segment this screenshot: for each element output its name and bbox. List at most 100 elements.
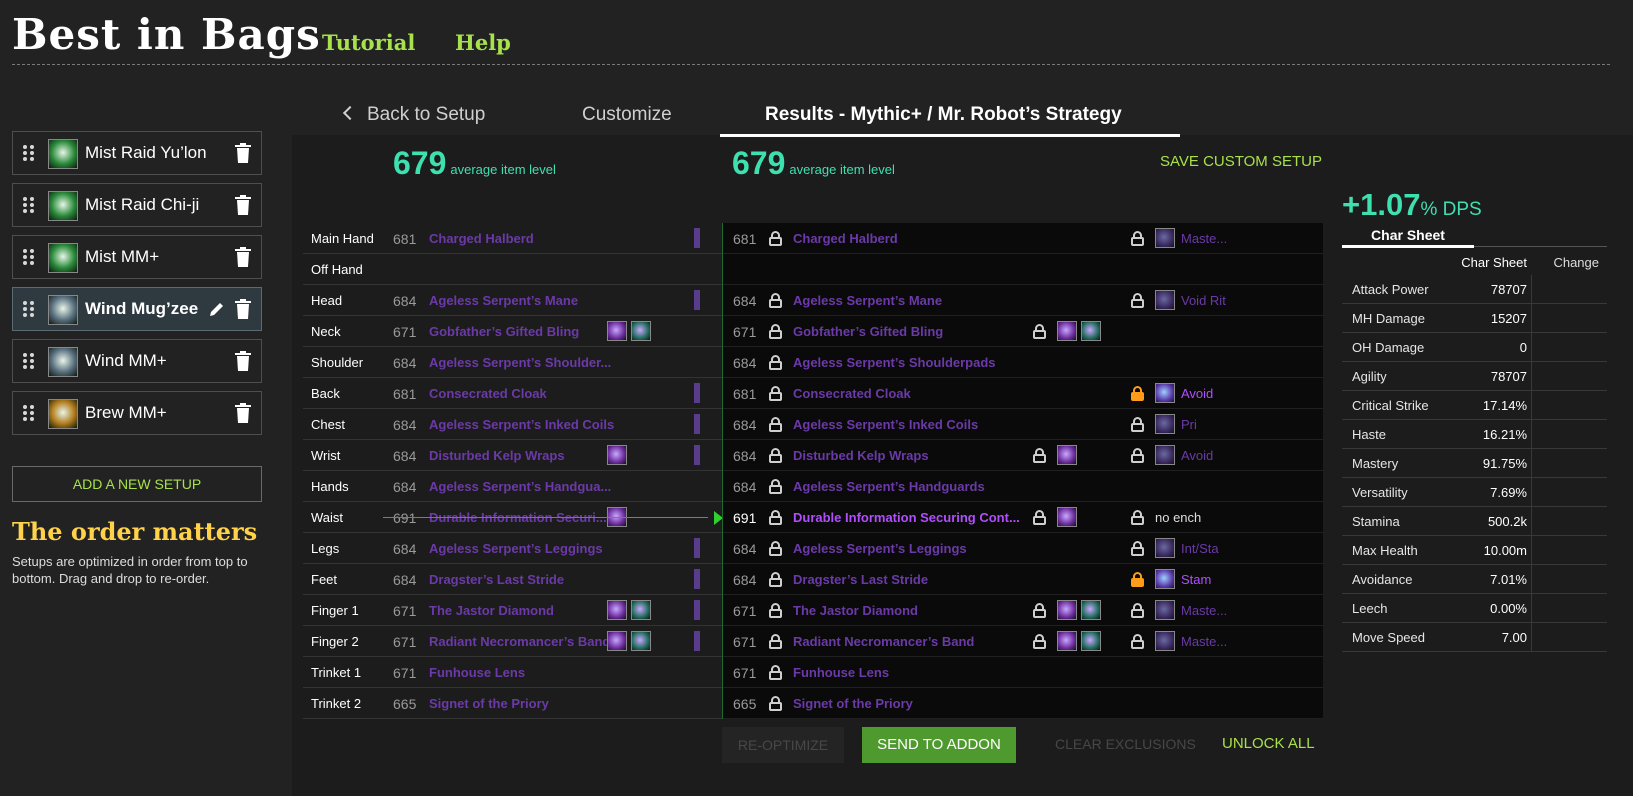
item-name[interactable]: Dragster’s Last Stride [429,572,564,587]
gem-icon[interactable] [1057,600,1077,620]
enchant-lock-icon[interactable] [1131,417,1144,432]
enchant-lock-icon[interactable] [1131,541,1144,556]
item-lock-icon[interactable] [769,355,782,370]
clear-exclusions-button[interactable]: CLEAR EXCLUSIONS [1055,736,1196,752]
item-name[interactable]: Signet of the Priory [793,696,913,711]
enchant-lock-icon[interactable] [1131,572,1144,587]
gem-icon[interactable] [631,631,651,651]
item-name[interactable]: Funhouse Lens [793,665,889,680]
item-lock-icon[interactable] [769,603,782,618]
drag-handle-icon[interactable] [23,405,35,421]
gem-lock-icon[interactable] [1033,324,1046,339]
item-name[interactable]: Gobfather’s Gifted Bling [429,324,579,339]
setup-card[interactable]: Brew MM+ [12,391,262,435]
item-name[interactable]: The Jastor Diamond [793,603,918,618]
gem-icon[interactable] [631,321,651,341]
reoptimize-button[interactable]: RE-OPTIMIZE [722,727,844,763]
enchant-icon[interactable] [1155,569,1175,589]
gem-lock-icon[interactable] [1033,634,1046,649]
item-name[interactable]: Charged Halberd [793,231,898,246]
results-tab[interactable]: Results - Mythic+ / Mr. Robot’s Strategy [765,104,1122,126]
enchant-name[interactable]: Int/Sta [1181,541,1219,556]
char-sheet-tab[interactable]: Char Sheet [1342,227,1474,243]
item-name[interactable]: Ageless Serpent’s Handguards [793,479,985,494]
item-name[interactable]: Disturbed Kelp Wraps [429,448,565,463]
enchant-name[interactable]: Maste... [1181,603,1227,618]
item-name[interactable]: Ageless Serpent’s Shoulder... [429,355,611,370]
drag-handle-icon[interactable] [23,249,35,265]
item-name[interactable]: The Jastor Diamond [429,603,554,618]
gem-icon[interactable] [1081,631,1101,651]
unlock-all-button[interactable]: UNLOCK ALL [1222,735,1315,752]
enchant-icon[interactable] [1155,538,1175,558]
item-name[interactable]: Radiant Necromancer’s Band [429,634,610,649]
item-name[interactable]: Dragster’s Last Stride [793,572,928,587]
gem-icon[interactable] [607,631,627,651]
item-lock-icon[interactable] [769,324,782,339]
item-lock-icon[interactable] [769,696,782,711]
setup-card[interactable]: Wind Mug’zee [12,287,262,331]
item-lock-icon[interactable] [769,293,782,308]
item-name[interactable]: Ageless Serpent’s Mane [793,293,942,308]
enchant-icon[interactable] [1155,228,1175,248]
item-lock-icon[interactable] [769,541,782,556]
app-logo[interactable]: Best in Bags [12,10,321,59]
gem-lock-icon[interactable] [1033,603,1046,618]
enchant-lock-icon[interactable] [1131,293,1144,308]
drag-handle-icon[interactable] [23,301,35,317]
enchant-lock-icon[interactable] [1131,231,1144,246]
item-name[interactable]: Charged Halberd [429,231,534,246]
trash-icon[interactable] [235,195,251,215]
gem-icon[interactable] [607,600,627,620]
send-to-addon-button[interactable]: SEND TO ADDON [862,727,1016,763]
setup-card[interactable]: Mist MM+ [12,235,262,279]
item-name[interactable]: Radiant Necromancer’s Band [793,634,974,649]
item-name[interactable]: Consecrated Cloak [429,386,547,401]
item-name[interactable]: Ageless Serpent’s Leggings [793,541,967,556]
enchant-name[interactable]: Pri [1181,417,1197,432]
item-lock-icon[interactable] [769,634,782,649]
enchant-lock-icon[interactable] [1131,386,1144,401]
item-name[interactable]: Durable Information Securing Cont... [793,510,1020,525]
gem-icon[interactable] [1057,321,1077,341]
enchant-name[interactable]: no ench [1155,510,1201,525]
item-lock-icon[interactable] [769,417,782,432]
gem-icon[interactable] [607,445,627,465]
enchant-name[interactable]: Maste... [1181,231,1227,246]
enchant-icon[interactable] [1155,631,1175,651]
back-to-setup-tab[interactable]: Back to Setup [342,104,485,126]
gem-lock-icon[interactable] [1033,510,1046,525]
item-name[interactable]: Disturbed Kelp Wraps [793,448,929,463]
item-name[interactable]: Ageless Serpent’s Handgua... [429,479,611,494]
edit-pencil-icon[interactable] [207,299,227,319]
enchant-lock-icon[interactable] [1131,448,1144,463]
trash-icon[interactable] [235,403,251,423]
trash-icon[interactable] [235,351,251,371]
enchant-icon[interactable] [1155,600,1175,620]
enchant-icon[interactable] [1155,383,1175,403]
add-setup-button[interactable]: ADD A NEW SETUP [12,466,262,502]
item-name[interactable]: Ageless Serpent’s Leggings [429,541,603,556]
trash-icon[interactable] [235,247,251,267]
item-lock-icon[interactable] [769,479,782,494]
item-name[interactable]: Ageless Serpent’s Inked Coils [429,417,614,432]
gem-icon[interactable] [1081,600,1101,620]
setup-card[interactable]: Mist Raid Yu’lon [12,131,262,175]
drag-handle-icon[interactable] [23,353,35,369]
enchant-icon[interactable] [1155,290,1175,310]
gem-icon[interactable] [631,600,651,620]
enchant-name[interactable]: Maste... [1181,634,1227,649]
item-name[interactable]: Gobfather’s Gifted Bling [793,324,943,339]
item-name[interactable]: Ageless Serpent’s Mane [429,293,578,308]
enchant-lock-icon[interactable] [1131,603,1144,618]
drag-handle-icon[interactable] [23,145,35,161]
item-lock-icon[interactable] [769,386,782,401]
item-lock-icon[interactable] [769,665,782,680]
enchant-name[interactable]: Void Rit [1181,293,1226,308]
enchant-name[interactable]: Avoid [1181,448,1213,463]
gem-lock-icon[interactable] [1033,448,1046,463]
enchant-icon[interactable] [1155,445,1175,465]
enchant-name[interactable]: Stam [1181,572,1211,587]
item-name[interactable]: Ageless Serpent’s Inked Coils [793,417,978,432]
help-link[interactable]: Help [455,30,511,55]
